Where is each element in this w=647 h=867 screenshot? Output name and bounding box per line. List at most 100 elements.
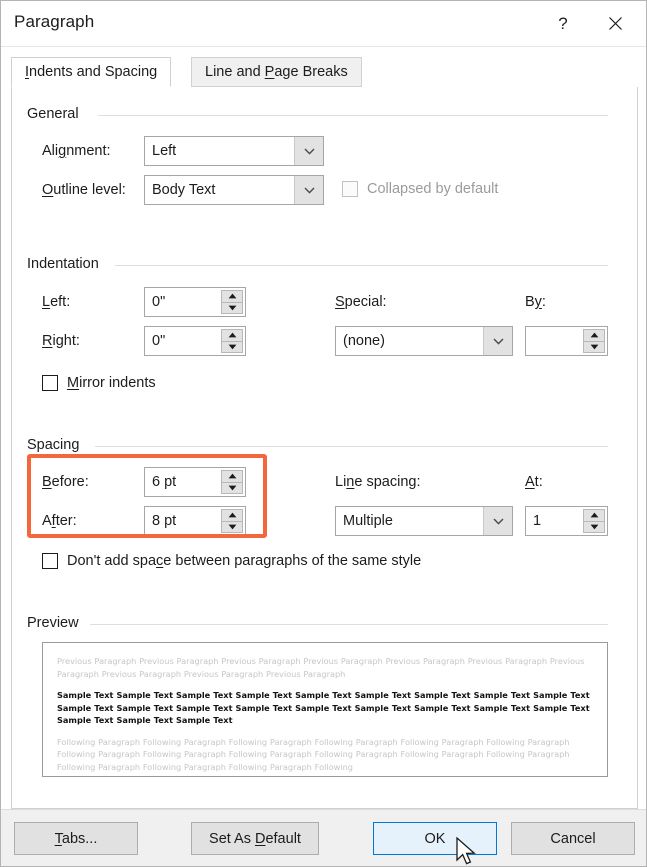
caret-down-icon	[228, 485, 237, 491]
tabs-button-label: Tabs...	[55, 831, 98, 847]
ok-button[interactable]: OK	[373, 822, 497, 855]
mirror-indents-checkbox[interactable]: Mirror indents	[42, 375, 156, 391]
indent-left-value: 0"	[145, 288, 221, 316]
spin-down-button[interactable]	[221, 341, 243, 354]
by-spin-buttons[interactable]	[583, 329, 605, 353]
caret-down-icon	[228, 524, 237, 530]
spin-up-button[interactable]	[221, 329, 243, 341]
label-alignment: Alignment:	[42, 143, 111, 159]
alignment-dropdown[interactable]: Left	[144, 136, 324, 166]
group-rule-indentation	[115, 265, 608, 266]
tab-panel-indents-and-spacing: General Alignment: Left Outline level: B…	[11, 87, 638, 809]
spin-down-button[interactable]	[583, 341, 605, 354]
group-label-spacing: Spacing	[27, 437, 86, 453]
close-button[interactable]	[592, 1, 638, 45]
mirror-indents-label: Mirror indents	[67, 375, 156, 391]
group-rule-spacing	[95, 446, 608, 447]
checkbox-box[interactable]	[42, 553, 58, 569]
collapsed-by-default-label: Collapsed by default	[367, 181, 498, 197]
indent-left-stepper[interactable]: 0"	[144, 287, 246, 317]
dialog-footer: Tabs... Set As Default OK Cancel	[1, 809, 646, 867]
label-line-spacing: Line spacing:	[335, 474, 420, 490]
title-bar: Paragraph ?	[1, 1, 646, 47]
outline-level-value: Body Text	[145, 176, 294, 204]
spin-down-button[interactable]	[583, 521, 605, 534]
group-label-preview: Preview	[27, 615, 86, 631]
caret-down-icon	[590, 524, 599, 530]
chevron-down-icon	[493, 518, 504, 525]
spacing-after-stepper[interactable]: 8 pt	[144, 506, 246, 536]
set-as-default-button-label: Set As Default	[209, 831, 301, 847]
spin-up-button[interactable]	[583, 329, 605, 341]
caret-up-icon	[228, 332, 237, 338]
at-stepper[interactable]: 1	[525, 506, 608, 536]
spin-up-button[interactable]	[583, 509, 605, 521]
tab-indents-and-spacing[interactable]: Indents and Spacing	[11, 57, 171, 87]
caret-up-icon	[228, 512, 237, 518]
at-spin-buttons[interactable]	[583, 509, 605, 533]
preview-previous-paragraph: Previous Paragraph Previous Paragraph Pr…	[57, 655, 593, 680]
alignment-dropdown-arrow[interactable]	[294, 137, 323, 165]
cancel-button[interactable]: Cancel	[511, 822, 635, 855]
close-icon	[608, 16, 623, 31]
group-rule-general	[98, 115, 608, 116]
spacing-before-value: 6 pt	[145, 468, 221, 496]
label-indent-right: Right:	[42, 333, 80, 349]
spacing-after-spin-buttons[interactable]	[221, 509, 243, 533]
set-as-default-button[interactable]: Set As Default	[191, 822, 319, 855]
spacing-before-stepper[interactable]: 6 pt	[144, 467, 246, 497]
help-button[interactable]: ?	[540, 1, 586, 45]
collapsed-by-default-checkbox[interactable]: Collapsed by default	[342, 181, 498, 197]
indent-right-stepper[interactable]: 0"	[144, 326, 246, 356]
special-dropdown[interactable]: (none)	[335, 326, 513, 356]
chevron-down-icon	[493, 338, 504, 345]
label-outline-level: Outline level:	[42, 182, 126, 198]
label-spacing-after: After:	[42, 513, 77, 529]
group-rule-preview	[90, 624, 608, 625]
label-indent-left: Left:	[42, 294, 70, 310]
caret-up-icon	[228, 293, 237, 299]
line-spacing-dropdown-arrow[interactable]	[483, 507, 512, 535]
cancel-button-label: Cancel	[550, 831, 595, 847]
indent-left-spin-buttons[interactable]	[221, 290, 243, 314]
tabs-button[interactable]: Tabs...	[14, 822, 138, 855]
ok-button-label: OK	[425, 831, 446, 847]
spin-up-button[interactable]	[221, 470, 243, 482]
spacing-before-spin-buttons[interactable]	[221, 470, 243, 494]
spacing-after-value: 8 pt	[145, 507, 221, 535]
indent-right-value: 0"	[145, 327, 221, 355]
outline-level-dropdown[interactable]: Body Text	[144, 175, 324, 205]
spin-down-button[interactable]	[221, 482, 243, 495]
caret-up-icon	[590, 512, 599, 518]
line-spacing-dropdown[interactable]: Multiple	[335, 506, 513, 536]
caret-up-icon	[228, 473, 237, 479]
tab-line-and-page-breaks[interactable]: Line and Page Breaks	[191, 57, 362, 87]
group-label-general: General	[27, 106, 86, 122]
line-spacing-value: Multiple	[336, 507, 483, 535]
checkbox-box[interactable]	[342, 181, 358, 197]
label-at: At:	[525, 474, 543, 490]
spin-down-button[interactable]	[221, 302, 243, 315]
special-value: (none)	[336, 327, 483, 355]
checkbox-box[interactable]	[42, 375, 58, 391]
label-spacing-before: Before:	[42, 474, 89, 490]
question-mark-icon: ?	[558, 15, 567, 32]
spin-up-button[interactable]	[221, 509, 243, 521]
at-value: 1	[526, 507, 583, 535]
preview-sample-text: Sample Text Sample Text Sample Text Samp…	[57, 689, 593, 727]
caret-down-icon	[228, 344, 237, 350]
label-special: Special:	[335, 294, 387, 310]
indent-right-spin-buttons[interactable]	[221, 329, 243, 353]
caret-down-icon	[228, 305, 237, 311]
spin-up-button[interactable]	[221, 290, 243, 302]
dont-add-space-label: Don't add space between paragraphs of th…	[67, 553, 421, 569]
outline-level-dropdown-arrow[interactable]	[294, 176, 323, 204]
by-stepper[interactable]	[525, 326, 608, 356]
spin-down-button[interactable]	[221, 521, 243, 534]
alignment-value: Left	[145, 137, 294, 165]
by-value	[526, 327, 583, 355]
special-dropdown-arrow[interactable]	[483, 327, 512, 355]
dont-add-space-checkbox[interactable]: Don't add space between paragraphs of th…	[42, 553, 421, 569]
preview-following-paragraph: Following Paragraph Following Paragraph …	[57, 736, 593, 774]
caret-up-icon	[590, 332, 599, 338]
